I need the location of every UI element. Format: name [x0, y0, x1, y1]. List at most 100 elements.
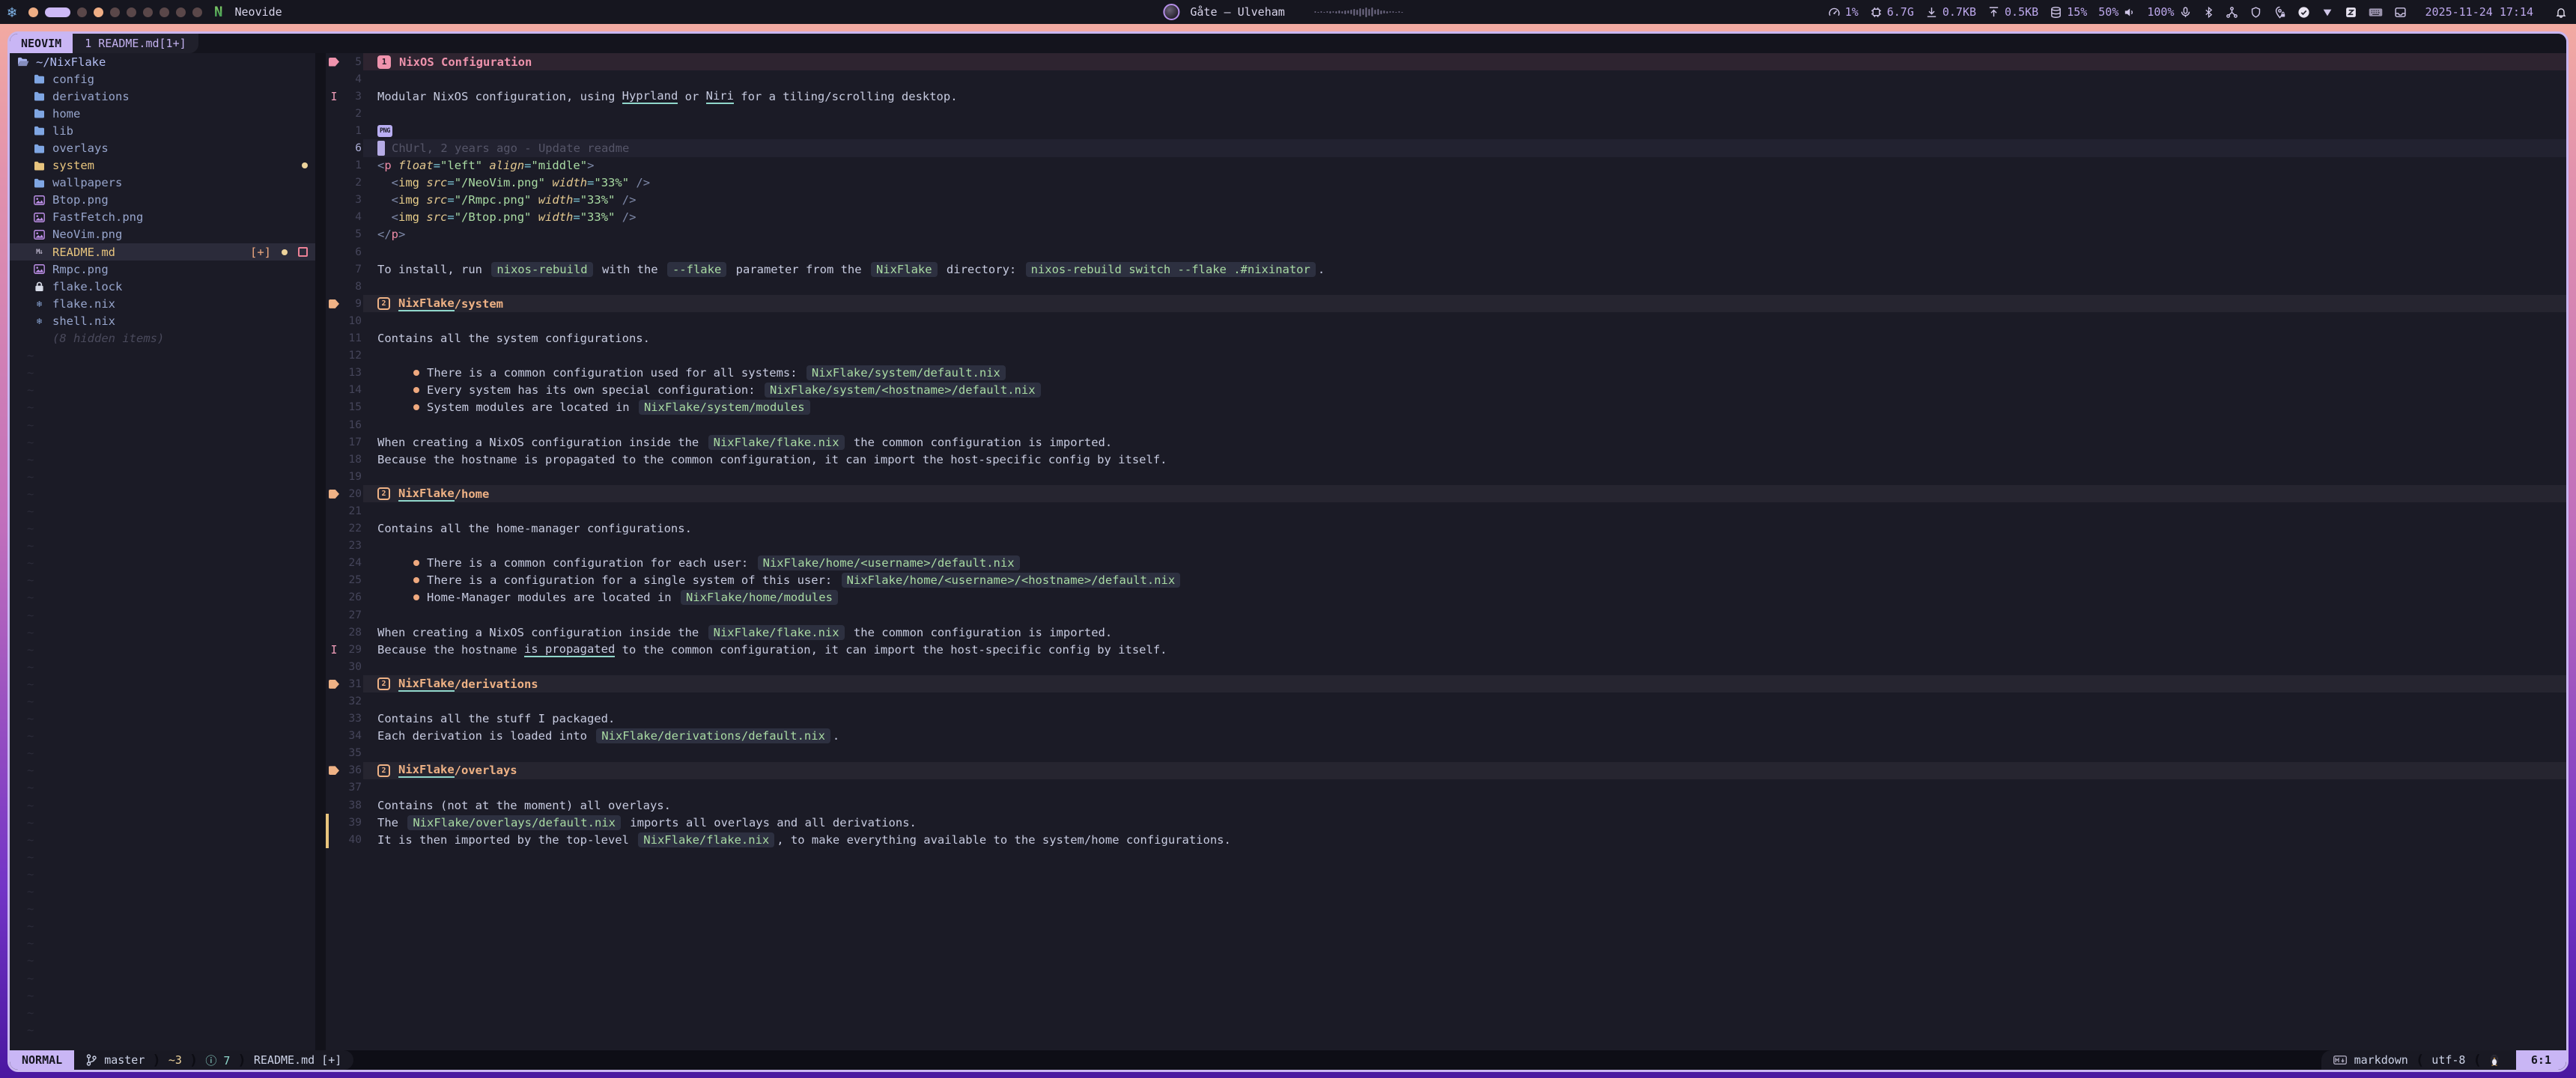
editor-row[interactable]: 3 <img src="/Rmpc.png" width="33%" /> — [326, 192, 2566, 209]
metric-mic[interactable]: 100% — [2147, 5, 2191, 19]
editor-row[interactable]: 13There is a common configuration used f… — [326, 365, 2566, 382]
editor-line[interactable]: There is a common configuration for each… — [363, 555, 2566, 572]
editor-line[interactable]: When creating a NixOS configuration insi… — [363, 433, 2566, 451]
editor-line[interactable]: <img src="/NeoVim.png" width="33%" /> — [363, 174, 2566, 192]
editor-row[interactable]: 7To install, run nixos-rebuild with the … — [326, 261, 2566, 278]
tree-item-lib[interactable]: lib — [10, 122, 315, 139]
metric-location-lock[interactable] — [2273, 6, 2286, 19]
editor-row[interactable]: 15System modules are located in NixFlake… — [326, 399, 2566, 416]
editor-line[interactable]: 2NixFlake/derivations — [363, 675, 2566, 692]
editor-line[interactable]: </p> — [363, 226, 2566, 243]
editor-row[interactable]: 38Contains (not at the moment) all overl… — [326, 797, 2566, 814]
workspace-7[interactable] — [143, 7, 153, 17]
editor-line[interactable]: 2NixFlake/home — [363, 485, 2566, 502]
diagnostic-info[interactable]: ⓘ 7 — [205, 1053, 230, 1068]
workspace-1[interactable] — [28, 7, 38, 17]
editor-line[interactable] — [363, 745, 2566, 762]
editor-row[interactable]: 27 — [326, 606, 2566, 624]
clock[interactable]: 2025-11-24 17:14 — [2425, 5, 2534, 19]
editor-line[interactable]: To install, run nixos-rebuild with the -… — [363, 261, 2566, 278]
git-modified-count[interactable]: ~3 — [168, 1053, 182, 1067]
editor-row[interactable]: 362NixFlake/overlays — [326, 762, 2566, 779]
editor-line[interactable]: Each derivation is loaded into NixFlake/… — [363, 728, 2566, 745]
editor-row[interactable]: 4 — [326, 70, 2566, 88]
workspace-10[interactable] — [192, 7, 202, 17]
tree-item-home[interactable]: home — [10, 105, 315, 122]
editor-row[interactable]: 1<p float="left" align="middle"> — [326, 157, 2566, 174]
editor-line[interactable] — [363, 347, 2566, 365]
editor-line[interactable] — [363, 606, 2566, 624]
workspace-4[interactable] — [94, 7, 103, 17]
editor-line[interactable] — [363, 502, 2566, 520]
editor-line[interactable]: Contains (not at the moment) all overlay… — [363, 797, 2566, 814]
editor-row[interactable]: 40It is then imported by the top-level N… — [326, 831, 2566, 848]
workspace-5[interactable] — [110, 7, 120, 17]
editor-line[interactable]: 2NixFlake/system — [363, 295, 2566, 312]
editor-row-current[interactable]: 6ChUrl, 2 years ago - Update readme — [326, 139, 2566, 156]
notification-bell-icon[interactable] — [2555, 6, 2567, 19]
editor-line[interactable]: It is then imported by the top-level Nix… — [363, 831, 2566, 848]
editor-buffer[interactable]: 51NixOS Configuration4I3Modular NixOS co… — [326, 53, 2566, 1050]
metric-nav-triangle[interactable] — [2321, 6, 2333, 18]
tree-item-rmpc.png[interactable]: Rmpc.png — [10, 261, 315, 278]
editor-row[interactable]: 312NixFlake/derivations — [326, 675, 2566, 692]
metric-disk[interactable]: 15% — [2050, 5, 2087, 19]
editor-line[interactable]: Every system has its own special configu… — [363, 382, 2566, 399]
editor-line[interactable] — [363, 468, 2566, 485]
tree-item-overlays[interactable]: overlays — [10, 139, 315, 156]
editor-line[interactable]: Home-Manager modules are located in NixF… — [363, 589, 2566, 606]
metric-tray[interactable] — [2394, 6, 2407, 19]
editor-row[interactable]: 4 <img src="/Btop.png" width="33%" /> — [326, 209, 2566, 226]
editor-row[interactable]: 23 — [326, 538, 2566, 555]
git-branch[interactable]: master — [104, 1053, 145, 1067]
editor-line[interactable] — [363, 416, 2566, 433]
editor-line[interactable]: Contains all the system configurations. — [363, 330, 2566, 347]
editor-line[interactable]: Contains all the stuff I packaged. — [363, 710, 2566, 728]
tree-item-flake.lock[interactable]: flake.lock — [10, 278, 315, 295]
metric-chip[interactable]: 6.7G — [1870, 5, 1914, 19]
editor-line[interactable] — [363, 779, 2566, 797]
editor-row[interactable]: 8 — [326, 278, 2566, 295]
tree-item-shell.nix[interactable]: ❄shell.nix — [10, 312, 315, 329]
metric-bluetooth[interactable] — [2203, 6, 2214, 19]
tree-item--nixflake[interactable]: ~/NixFlake — [10, 53, 315, 70]
filetype[interactable]: markdown — [2354, 1053, 2408, 1067]
metric-network[interactable] — [2226, 6, 2238, 19]
editor-line[interactable]: System modules are located in NixFlake/s… — [363, 399, 2566, 416]
editor-line[interactable]: <img src="/Rmpc.png" width="33%" /> — [363, 192, 2566, 209]
media-widget[interactable]: Gåte – Ulveham — [1163, 0, 1403, 24]
metric-volume[interactable]: 50% — [2098, 5, 2136, 19]
metric-keyboard[interactable] — [2369, 7, 2383, 18]
editor-line[interactable] — [363, 312, 2566, 329]
editor-row[interactable]: 39The NixFlake/overlays/default.nix impo… — [326, 814, 2566, 831]
editor-row[interactable]: 2 — [326, 105, 2566, 122]
metric-shield-check[interactable] — [2297, 6, 2310, 19]
metric-download[interactable]: 0.7KB — [1925, 5, 1976, 19]
tab-readme[interactable]: 1 README.md[1+] — [73, 34, 198, 53]
metric-z-layout[interactable] — [2345, 6, 2357, 19]
tree-item-system[interactable]: system — [10, 157, 315, 174]
editor-line[interactable] — [363, 70, 2566, 88]
metric-gauge[interactable]: 1% — [1828, 5, 1859, 19]
editor-line[interactable]: ChUrl, 2 years ago - Update readme — [363, 139, 2566, 156]
metric-shield[interactable] — [2250, 6, 2262, 19]
editor-line[interactable]: Because the hostname is propagated to th… — [363, 451, 2566, 468]
editor-line[interactable]: There is a configuration for a single sy… — [363, 572, 2566, 589]
editor-line[interactable]: 1NixOS Configuration — [363, 53, 2566, 70]
editor-row[interactable]: 92NixFlake/system — [326, 295, 2566, 312]
editor-row[interactable]: 5</p> — [326, 226, 2566, 243]
editor-row[interactable]: I3Modular NixOS configuration, using Hyp… — [326, 88, 2566, 105]
tree-item-readme.md[interactable]: M↓README.md[+] — [10, 243, 315, 261]
editor-line[interactable] — [363, 692, 2566, 710]
editor-line[interactable] — [363, 538, 2566, 555]
workspace-9[interactable] — [176, 7, 186, 17]
editor-row[interactable]: 12 — [326, 347, 2566, 365]
editor-line[interactable]: Because the hostname is propagated to th… — [363, 641, 2566, 658]
editor-line[interactable] — [363, 278, 2566, 295]
tree-item-flake.nix[interactable]: ❄flake.nix — [10, 295, 315, 312]
editor-row[interactable]: 17When creating a NixOS configuration in… — [326, 433, 2566, 451]
editor-row[interactable]: 51NixOS Configuration — [326, 53, 2566, 70]
editor-row[interactable]: 16 — [326, 416, 2566, 433]
editor-row[interactable]: 19 — [326, 468, 2566, 485]
editor-line[interactable]: Contains all the home-manager configurat… — [363, 520, 2566, 538]
